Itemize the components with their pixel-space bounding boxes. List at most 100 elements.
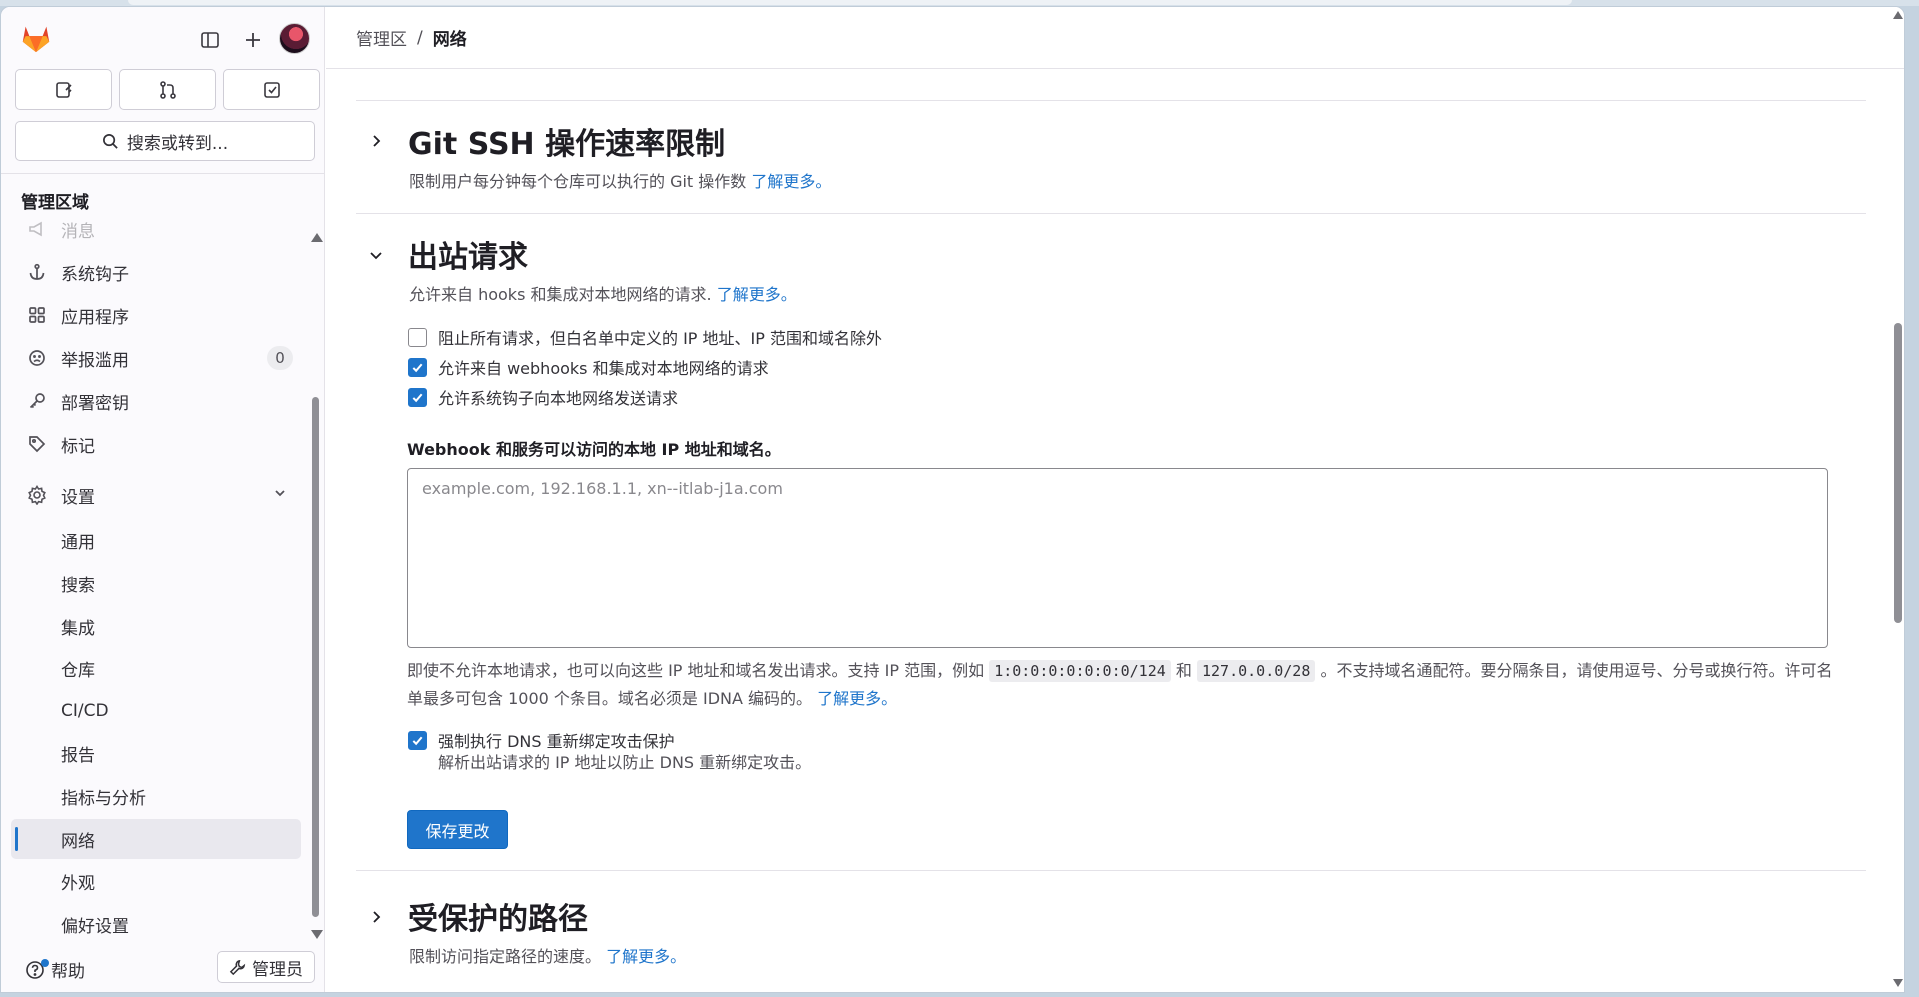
allowlist-learn-more-link[interactable]: 了解更多。 (817, 689, 897, 708)
expand-protected-paths-toggle[interactable] (364, 905, 388, 929)
todo-icon (263, 81, 280, 98)
checkmark-icon (412, 393, 423, 402)
sidebar-item-label: 标记 (61, 436, 95, 457)
outbound-heading[interactable]: 出站请求 (408, 232, 528, 276)
allow-system-hooks-checkbox-row[interactable]: 允许系统钩子向本地网络发送请求 (408, 385, 678, 409)
help-button[interactable]: 帮助 (25, 957, 85, 982)
allow-webhooks-checkbox[interactable] (408, 357, 427, 377)
sidebar-subitem-cicd[interactable]: CI/CD (11, 691, 301, 731)
sidebar-item-label: 通用 (61, 532, 95, 553)
breadcrumb: 管理区 / 网络 (326, 7, 1904, 69)
sidebar-item-labels[interactable]: 标记 (11, 424, 301, 464)
scroll-up-arrow[interactable] (311, 233, 323, 242)
sidebar-item-applications[interactable]: 应用程序 (11, 295, 301, 335)
sidebar-subitem-appearance[interactable]: 外观 (11, 861, 301, 901)
expand-git-ssh-toggle[interactable] (364, 129, 388, 153)
sidebar: 搜索或转到... 管理区域 消息 系统钩子 应用程序 举报滥用 0 部署密钥 标… (1, 7, 325, 992)
merge-request-icon (159, 80, 176, 99)
sidebar-scrollbar[interactable] (309, 231, 323, 951)
user-avatar[interactable] (279, 23, 310, 54)
sidebar-item-deploy-keys[interactable]: 部署密钥 (11, 381, 301, 421)
sidebar-item-label: 举报滥用 (61, 350, 129, 371)
sidebar-item-system-hooks[interactable]: 系统钩子 (11, 252, 301, 292)
sidebar-item-label: CI/CD (61, 701, 109, 721)
allowlist-textarea[interactable] (407, 468, 1828, 648)
issues-button[interactable] (15, 69, 112, 110)
protected-paths-description: 限制访问指定路径的速度。 了解更多。 (409, 943, 686, 967)
search-button[interactable]: 搜索或转到... (15, 121, 315, 161)
divider (356, 213, 1866, 214)
sidebar-item-label: 仓库 (61, 660, 95, 681)
save-changes-button[interactable]: 保存更改 (407, 810, 508, 849)
git-ssh-learn-more-link[interactable]: 了解更多。 (751, 172, 831, 191)
sidebar-subitem-search[interactable]: 搜索 (11, 563, 301, 603)
allow-webhooks-checkbox-row[interactable]: 允许来自 webhooks 和集成对本地网络的请求 (408, 355, 769, 379)
allow-system-hooks-checkbox[interactable] (408, 387, 427, 407)
help-text-part1: 即使不允许本地请求，也可以向这些 IP 地址和域名发出请求。支持 IP 范围，例… (407, 661, 985, 680)
todo-button[interactable] (223, 69, 320, 110)
page-scroll-down-arrow[interactable] (1893, 979, 1903, 987)
anchor-icon (25, 260, 49, 284)
allowlist-field-label: Webhook 和服务可以访问的本地 IP 地址和域名。 (407, 440, 781, 459)
chevron-down-icon (370, 252, 382, 260)
git-ssh-heading[interactable]: Git SSH 操作速率限制 (408, 119, 725, 163)
sidebar-item-settings[interactable]: 设置 (11, 475, 301, 515)
gitlab-logo[interactable] (19, 21, 53, 55)
page-scroll-up-arrow[interactable] (1893, 11, 1903, 19)
collapse-outbound-toggle[interactable] (364, 243, 388, 267)
abuse-icon (25, 346, 49, 370)
outbound-description-text: 允许来自 hooks 和集成对本地网络的请求. (409, 285, 712, 304)
allow-webhooks-label: 允许来自 webhooks 和集成对本地网络的请求 (438, 359, 769, 378)
sidebar-item-label: 消息 (61, 221, 95, 242)
protected-paths-learn-more-link[interactable]: 了解更多。 (606, 947, 686, 966)
divider (356, 100, 1866, 101)
sidebar-subitem-preferences[interactable]: 偏好设置 (11, 904, 301, 944)
deny-all-checkbox[interactable] (408, 327, 427, 347)
sidebar-item-label: 偏好设置 (61, 916, 129, 937)
app-window: 搜索或转到... 管理区域 消息 系统钩子 应用程序 举报滥用 0 部署密钥 标… (0, 6, 1905, 993)
sidebar-section-title: 管理区域 (1, 173, 324, 225)
git-ssh-description-text: 限制用户每分钟每个仓库可以执行的 Git 操作数 (409, 172, 747, 191)
checkmark-icon (412, 363, 423, 372)
sidebar-item-label: 搜索 (61, 575, 95, 596)
sidebar-item-messages[interactable]: 消息 (11, 219, 301, 249)
sidebar-subitem-reporting[interactable]: 报告 (11, 733, 301, 773)
allowlist-help-text: 即使不允许本地请求，也可以向这些 IP 地址和域名发出请求。支持 IP 范围，例… (407, 657, 1837, 712)
sidebar-item-label: 应用程序 (61, 307, 129, 328)
scroll-down-arrow[interactable] (311, 930, 323, 939)
merge-requests-button[interactable] (119, 69, 216, 110)
main-content: 管理区 / 网络 Git SSH 操作速率限制 限制用户每分钟每个仓库可以执行的… (326, 7, 1904, 992)
chevron-right-icon (373, 135, 381, 147)
help-label: 帮助 (51, 962, 85, 982)
plus-icon[interactable] (240, 27, 266, 53)
sidebar-scroll-thumb[interactable] (312, 397, 319, 917)
page-scrollbar[interactable] (1890, 7, 1904, 992)
sidebar-subitem-network[interactable]: 网络 (11, 819, 301, 859)
sidebar-item-label: 报告 (61, 745, 95, 766)
admin-button[interactable]: 管理员 (217, 951, 315, 983)
admin-label: 管理员 (252, 959, 303, 980)
protected-paths-description-text: 限制访问指定路径的速度。 (409, 947, 602, 966)
help-notification-dot (41, 959, 49, 967)
divider (356, 870, 1866, 871)
breadcrumb-admin[interactable]: 管理区 (356, 25, 407, 50)
sidebar-subitem-general[interactable]: 通用 (11, 520, 301, 560)
sidebar-item-abuse-reports[interactable]: 举报滥用 0 (11, 338, 301, 378)
toggle-sidebar-icon[interactable] (197, 27, 223, 53)
chevron-right-icon (373, 911, 381, 923)
ip-range-example-ipv6: 1:0:0:0:0:0:0:0/124 (989, 660, 1171, 682)
help-text-and: 和 (1175, 661, 1192, 680)
git-ssh-description: 限制用户每分钟每个仓库可以执行的 Git 操作数 了解更多。 (409, 168, 831, 192)
dns-rebinding-checkbox[interactable] (408, 730, 427, 750)
issues-icon (55, 81, 72, 98)
sidebar-subitem-metrics[interactable]: 指标与分析 (11, 776, 301, 816)
sidebar-subitem-integrations[interactable]: 集成 (11, 606, 301, 646)
sidebar-subitem-repository[interactable]: 仓库 (11, 648, 301, 688)
deny-all-checkbox-row[interactable]: 阻止所有请求，但白名单中定义的 IP 地址、IP 范围和域名除外 (408, 325, 882, 349)
sidebar-item-label: 外观 (61, 873, 95, 894)
deny-all-label: 阻止所有请求，但白名单中定义的 IP 地址、IP 范围和域名除外 (438, 329, 882, 348)
bullhorn-icon (25, 219, 49, 241)
protected-paths-heading[interactable]: 受保护的路径 (408, 894, 588, 938)
outbound-learn-more-link[interactable]: 了解更多。 (717, 285, 797, 304)
page-scroll-thumb[interactable] (1894, 323, 1902, 623)
